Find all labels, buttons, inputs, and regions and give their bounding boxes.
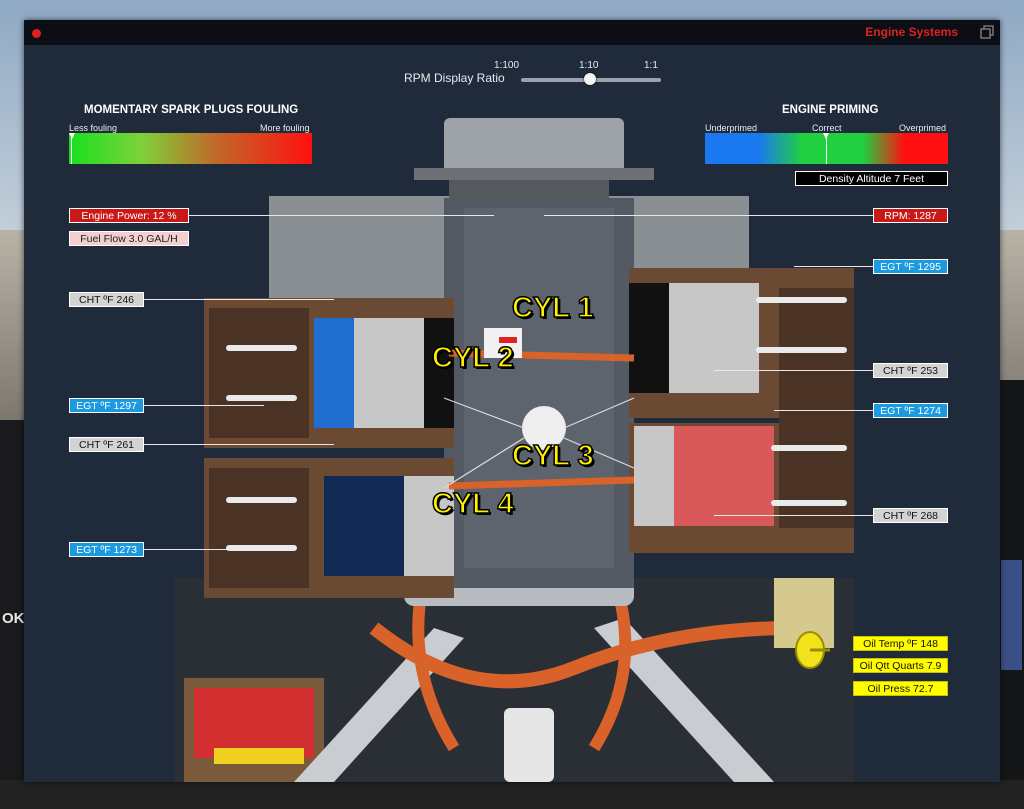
priming-marker-line bbox=[826, 133, 827, 164]
cylinder-2-label: CYL 2 bbox=[431, 341, 514, 375]
rpm-leader bbox=[544, 215, 873, 216]
engine-power-leader bbox=[189, 215, 494, 216]
rpm-tag: RPM: 1287 bbox=[873, 208, 948, 223]
right-egt-1-tag: EGT ºF 1295 bbox=[873, 259, 948, 274]
left-egt-2-tag: EGT ºF 1273 bbox=[69, 542, 144, 557]
left-cht-1-leader bbox=[144, 299, 334, 300]
right-egt-2-leader bbox=[774, 410, 873, 411]
right-cht-2-tag: CHT ºF 268 bbox=[873, 508, 948, 523]
spark-fouling-title: MOMENTARY SPARK PLUGS FOULING bbox=[84, 104, 299, 116]
close-icon[interactable] bbox=[32, 29, 41, 38]
background-avionics-screen bbox=[1001, 560, 1022, 670]
rpm-display-ratio-label: RPM Display Ratio bbox=[404, 71, 505, 85]
density-altitude-readout: Density Altitude 7 Feet bbox=[795, 171, 948, 186]
popout-window-icon[interactable] bbox=[980, 25, 994, 39]
spark-fouling-marker-line bbox=[71, 133, 72, 164]
oil-cap-icon bbox=[795, 631, 830, 669]
right-cht-2-leader bbox=[714, 515, 873, 516]
right-egt-1-leader bbox=[794, 266, 873, 267]
engine-power-tag: Engine Power: 12 % bbox=[69, 208, 189, 223]
spark-more-fouling-label: More fouling bbox=[260, 123, 310, 133]
spark-less-fouling-label: Less fouling bbox=[69, 123, 118, 133]
rpm-ratio-slider-thumb[interactable] bbox=[584, 73, 596, 85]
engine-systems-window: Engine Systems RPM Display Ratio 1:100 1… bbox=[24, 20, 1000, 782]
background-status-text: OK bbox=[2, 610, 25, 627]
oil-quantity-tag: Oil Qtt Quarts 7.9 bbox=[853, 658, 948, 673]
spark-fouling-bar bbox=[69, 133, 312, 164]
left-egt-1-tag: EGT ºF 1297 bbox=[69, 398, 144, 413]
title-bar[interactable]: Engine Systems bbox=[24, 20, 1000, 45]
cylinder-3-label: CYL 3 bbox=[511, 439, 594, 473]
right-egt-2-tag: EGT ºF 1274 bbox=[873, 403, 948, 418]
left-cht-1-tag: CHT ºF 246 bbox=[69, 292, 144, 307]
right-cht-1-tag: CHT ºF 253 bbox=[873, 363, 948, 378]
engine-priming-title: ENGINE PRIMING bbox=[782, 104, 879, 116]
cylinder-1-label: CYL 1 bbox=[511, 291, 594, 325]
priming-overprimed-label: Overprimed bbox=[899, 123, 947, 133]
left-cht-2-tag: CHT ºF 261 bbox=[69, 437, 144, 452]
fuel-flow-tag: Fuel Flow 3.0 GAL/H bbox=[69, 231, 189, 246]
rpm-ratio-tick-1-1: 1:1 bbox=[644, 60, 658, 71]
left-egt-1-leader bbox=[144, 405, 264, 406]
oil-pressure-tag: Oil Press 72.7 bbox=[853, 681, 948, 696]
background-dashboard-bottom bbox=[0, 780, 1024, 809]
right-cht-1-leader bbox=[714, 370, 873, 371]
left-egt-2-leader bbox=[144, 549, 264, 550]
rpm-ratio-tick-1-100: 1:100 bbox=[494, 60, 520, 71]
cylinder-4-label: CYL 4 bbox=[431, 487, 514, 521]
oil-temp-tag: Oil Temp ºF 148 bbox=[853, 636, 948, 651]
left-cht-2-leader bbox=[144, 444, 334, 445]
rpm-ratio-tick-1-10: 1:10 bbox=[579, 60, 599, 71]
window-title: Engine Systems bbox=[865, 25, 958, 39]
spark-fouling-marker bbox=[69, 133, 75, 139]
priming-underprimed-label: Underprimed bbox=[705, 123, 758, 133]
priming-correct-label: Correct bbox=[812, 123, 842, 133]
